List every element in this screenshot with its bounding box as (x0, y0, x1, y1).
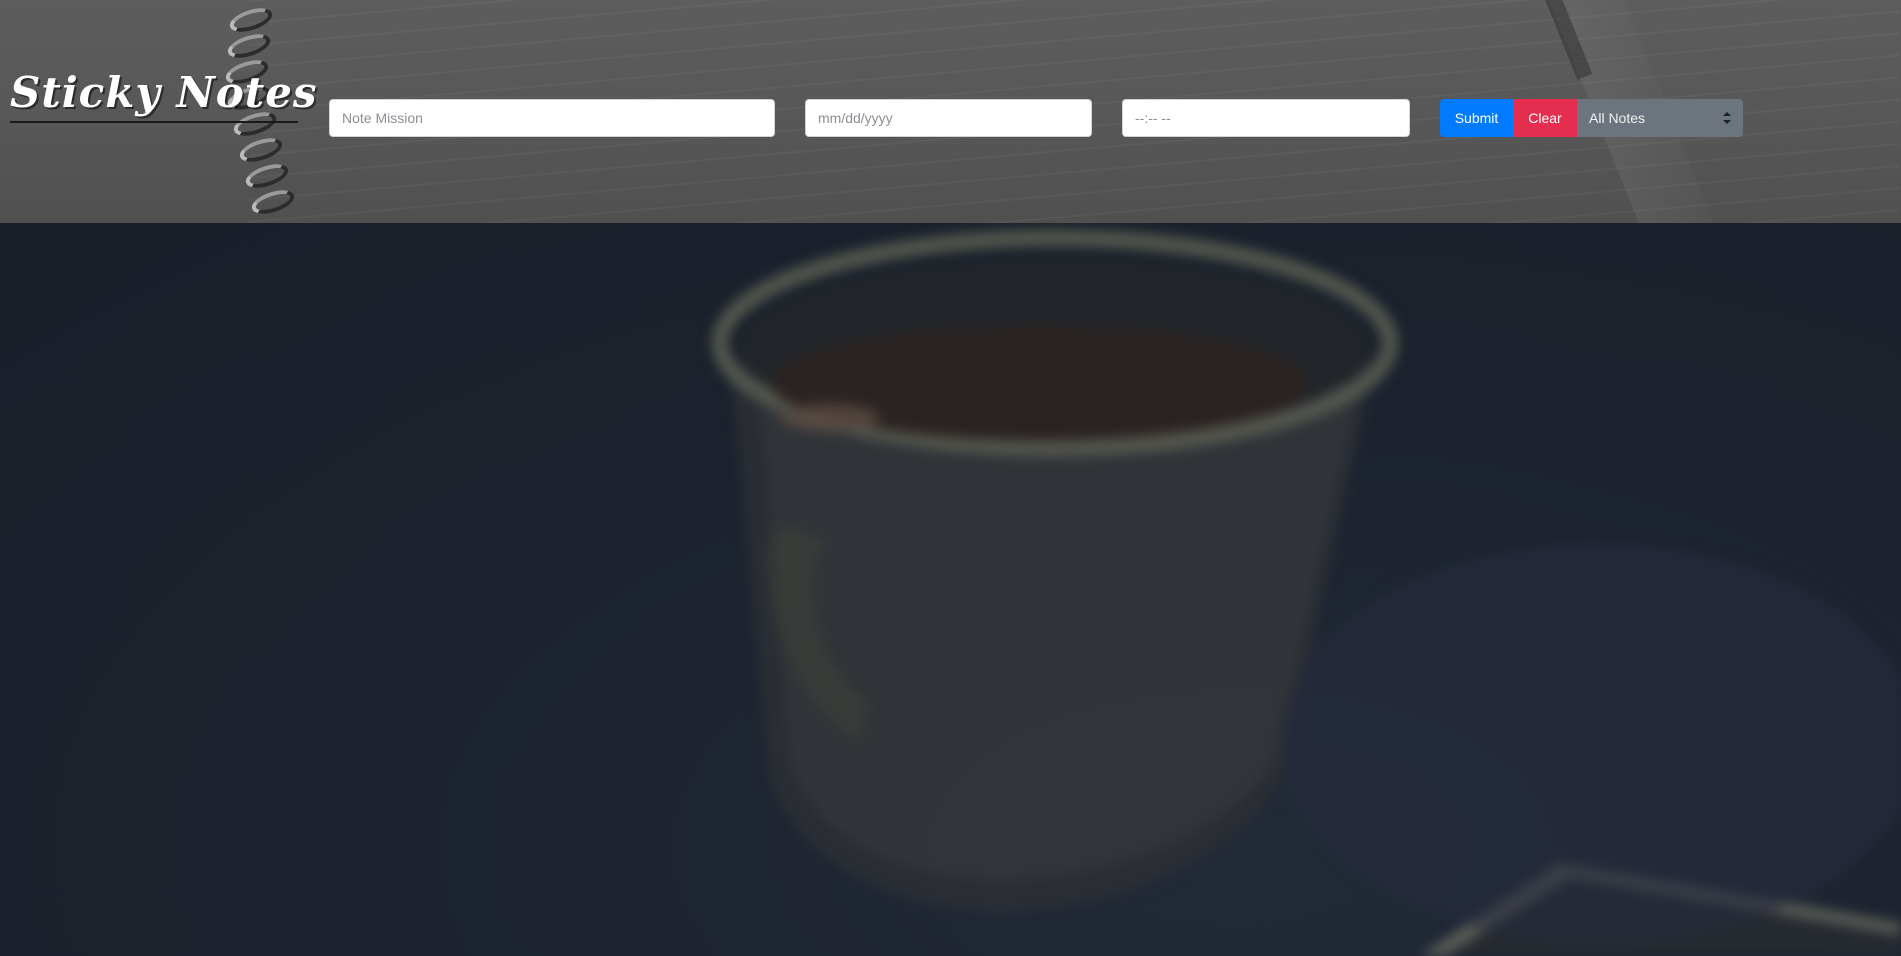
logo-underline (10, 121, 298, 123)
note-date-field[interactable] (805, 99, 1092, 137)
note-mission-input[interactable] (342, 100, 762, 136)
logo-text: Sticky Notes (10, 68, 318, 117)
note-date-input[interactable] (818, 100, 1079, 136)
submit-button[interactable]: Submit (1440, 99, 1513, 137)
note-time-input[interactable] (1135, 100, 1397, 136)
note-time-field[interactable] (1122, 99, 1410, 137)
clear-button[interactable]: Clear (1513, 99, 1577, 137)
note-mission-field[interactable] (329, 99, 775, 137)
notes-filter-selected: All Notes (1589, 110, 1646, 126)
app-logo: Sticky Notes (10, 68, 318, 126)
select-arrows-icon (1723, 112, 1731, 124)
background-photo (0, 223, 1901, 956)
header-banner: Sticky Notes Submit Clear All Notes (0, 0, 1901, 223)
notes-filter-select[interactable]: All Notes (1577, 99, 1743, 137)
coffee-cup-image (712, 230, 1901, 956)
